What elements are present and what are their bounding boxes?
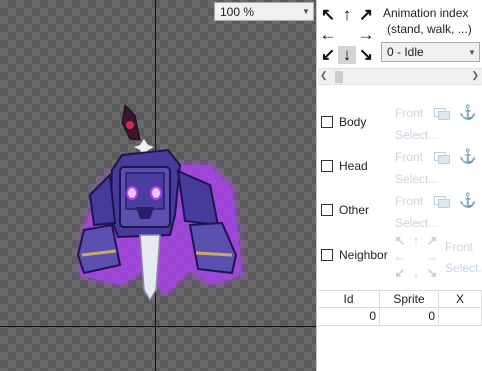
scroll-right-icon[interactable]: ❯	[471, 70, 479, 81]
arrow-ne-icon[interactable]: ↗	[357, 6, 375, 24]
cell-sprite[interactable]: 0	[380, 308, 439, 325]
animation-index-sublabel: (stand, walk, ...)	[387, 22, 472, 36]
front-option[interactable]: Front	[445, 240, 473, 254]
scroll-thumb[interactable]	[335, 71, 343, 83]
arrow-se-icon[interactable]: ↘	[425, 266, 439, 280]
front-option[interactable]: Front	[395, 150, 423, 164]
table-row[interactable]: 0 0	[318, 308, 482, 326]
animation-selected: 0 - Idle	[387, 45, 424, 59]
select-option[interactable]: Select...	[395, 216, 438, 230]
grid-header: Id Sprite X	[318, 290, 482, 308]
direction-pad: ↖ ↑ ↗ ← → ↙ ↓ ↘	[319, 6, 375, 64]
arrow-nw-icon[interactable]: ↖	[319, 6, 337, 24]
golem-sprite	[76, 103, 242, 302]
front-option[interactable]: Front	[395, 194, 423, 208]
zoom-value: 100 %	[220, 4, 255, 19]
select-option[interactable]: Select...	[395, 128, 438, 142]
layer-row-head: Head Front Select... ⚓	[317, 148, 482, 192]
animation-dropdown[interactable]: 0 - Idle ▼	[381, 42, 480, 62]
column-header-sprite[interactable]: Sprite	[380, 291, 439, 307]
arrow-se-icon[interactable]: ↘	[357, 46, 375, 64]
anchor-icon[interactable]: ⚓	[459, 104, 476, 121]
layer-name: Head	[339, 159, 368, 173]
chevron-down-icon: ▼	[468, 47, 476, 57]
layer-row-other: Other Front Select... ⚓	[317, 192, 482, 236]
anchor-icon[interactable]: ⚓	[459, 192, 476, 209]
arrow-n-icon[interactable]: ↑	[409, 234, 423, 248]
arrow-e-icon[interactable]: →	[357, 26, 375, 44]
image-icon[interactable]	[434, 108, 450, 120]
arrow-e-icon[interactable]: →	[425, 250, 439, 264]
chevron-down-icon: ▼	[302, 7, 310, 16]
layer-name: Neighbor	[339, 248, 388, 262]
arrow-sw-icon[interactable]: ↙	[393, 266, 407, 280]
animation-index-label: Animation index	[383, 6, 469, 20]
horizontal-scrollbar[interactable]: ❮ ❯	[318, 68, 482, 85]
arrow-w-icon[interactable]: ←	[393, 250, 407, 264]
cell-x[interactable]	[439, 308, 482, 325]
head-checkbox[interactable]	[321, 160, 333, 172]
arrow-s-icon[interactable]: ↓	[409, 266, 423, 280]
front-option[interactable]: Front	[395, 106, 423, 120]
layer-name: Body	[339, 115, 367, 129]
horizontal-origin-guide	[0, 326, 316, 327]
column-header-id[interactable]: Id	[318, 291, 380, 307]
cell-id[interactable]: 0	[318, 308, 380, 325]
arrow-nw-icon[interactable]: ↖	[393, 234, 407, 248]
column-header-x[interactable]: X	[439, 291, 482, 307]
body-checkbox[interactable]	[321, 116, 333, 128]
neighbor-checkbox[interactable]	[321, 249, 333, 261]
select-option[interactable]: Select...	[445, 261, 482, 275]
properties-panel: ↖ ↑ ↗ ← → ↙ ↓ ↘ Animation index (stand, …	[316, 0, 482, 371]
image-icon[interactable]	[434, 196, 450, 208]
other-checkbox[interactable]	[321, 204, 333, 216]
scroll-left-icon[interactable]: ❮	[320, 70, 328, 81]
image-icon[interactable]	[434, 152, 450, 164]
zoom-dropdown[interactable]: 100 % ▼	[214, 2, 314, 21]
sprite-grid: Id Sprite X 0 0	[318, 290, 482, 326]
arrow-ne-icon[interactable]: ↗	[425, 234, 439, 248]
arrow-n-icon[interactable]: ↑	[338, 6, 356, 24]
layer-name: Other	[339, 203, 370, 217]
select-option[interactable]: Select...	[395, 172, 438, 186]
neighbor-direction-pad: ↖ ↑ ↗ ← → ↙ ↓ ↘	[393, 234, 439, 280]
arrow-sw-icon[interactable]: ↙	[319, 46, 337, 64]
sprite-canvas[interactable]: 100 % ▼	[0, 0, 316, 371]
arrow-s-icon[interactable]: ↓	[338, 46, 356, 64]
arrow-w-icon[interactable]: ←	[319, 26, 337, 44]
layer-row-body: Body Front Select... ⚓	[317, 104, 482, 148]
anchor-icon[interactable]: ⚓	[459, 148, 476, 165]
